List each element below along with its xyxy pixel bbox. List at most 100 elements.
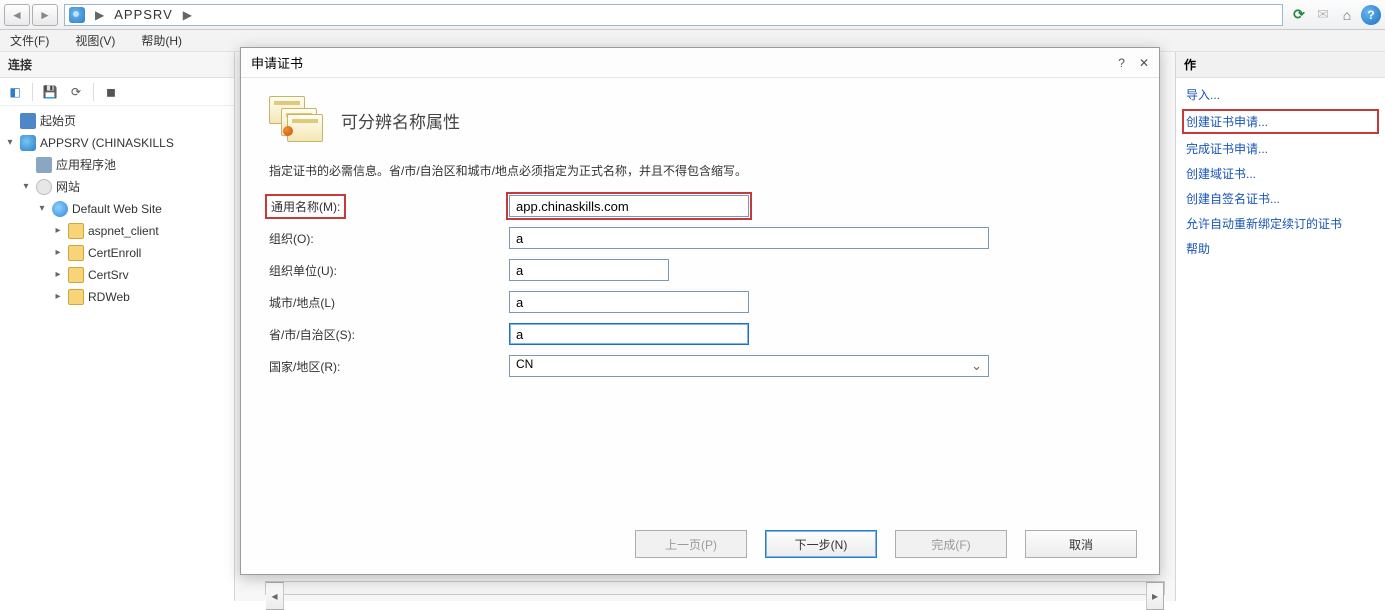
label-ou: 组织单位(U):: [269, 262, 509, 279]
forward-button[interactable]: ►: [32, 4, 58, 26]
nav-right: ⟳ ✉ ⌂ ?: [1289, 5, 1381, 25]
label-city: 城市/地点(L): [269, 294, 509, 311]
tree-label: RDWeb: [88, 286, 130, 308]
breadcrumb[interactable]: ▶ APPSRV ▶: [64, 4, 1283, 26]
dialog-buttons: 上一页(P) 下一步(N) 完成(F) 取消: [635, 530, 1137, 558]
connect-icon[interactable]: ◧: [4, 81, 26, 103]
twisty[interactable]: ▾: [36, 198, 48, 220]
finish-button: 完成(F): [895, 530, 1007, 558]
tree-label: 起始页: [40, 110, 76, 132]
folder-icon: [68, 267, 84, 283]
label-state: 省/市/自治区(S):: [269, 326, 509, 343]
sep: [32, 83, 33, 101]
organization-field[interactable]: [509, 227, 989, 249]
close-icon[interactable]: ✕: [1139, 56, 1149, 70]
dialog-title: 申请证书: [251, 53, 303, 72]
country-dropdown[interactable]: CN: [509, 355, 989, 377]
menu-help[interactable]: 帮助(H): [141, 32, 182, 49]
actions-pane: 作 导入... 创建证书申请... 完成证书申请... 创建域证书... 创建自…: [1175, 52, 1385, 601]
h-scrollbar[interactable]: ◂ ▸: [265, 581, 1165, 595]
nav-arrows: ◄ ►: [4, 4, 58, 26]
twisty[interactable]: ▸: [52, 242, 64, 264]
menu-file[interactable]: 文件(F): [10, 32, 49, 49]
tree-label: CertEnroll: [88, 242, 141, 264]
tree-rdweb[interactable]: ▸ RDWeb: [4, 286, 230, 308]
scroll-left-button[interactable]: ◂: [266, 582, 284, 610]
tree-certsrv[interactable]: ▸ CertSrv: [4, 264, 230, 286]
breadcrumb-root[interactable]: APPSRV: [114, 7, 173, 22]
breadcrumb-icon: [69, 7, 85, 23]
action-help[interactable]: 帮助: [1182, 236, 1379, 261]
refresh-icon[interactable]: ⟳: [1289, 5, 1309, 25]
twisty[interactable]: ▾: [4, 132, 16, 154]
dialog-header: 可分辨名称属性: [269, 96, 1131, 144]
organizational-unit-field[interactable]: [509, 259, 669, 281]
tree-label: 网站: [56, 176, 80, 198]
sites-icon: [36, 179, 52, 195]
home-icon[interactable]: ⌂: [1337, 5, 1357, 25]
label-country: 国家/地区(R):: [269, 358, 509, 375]
back-button[interactable]: ◄: [4, 4, 30, 26]
common-name-field[interactable]: [509, 195, 749, 217]
twisty[interactable]: ▸: [52, 286, 64, 308]
label-common-name: 通用名称(M):: [269, 198, 509, 215]
dialog-body: 可分辨名称属性 指定证书的必需信息。省/市/自治区和城市/地点必须指定为正式名称…: [241, 78, 1159, 377]
actions-title: 作: [1176, 52, 1385, 78]
country-value: CN: [516, 357, 533, 371]
folder-icon: [68, 245, 84, 261]
twisty[interactable]: ▸: [52, 220, 64, 242]
certificate-icon: [269, 96, 323, 144]
dialog-heading: 可分辨名称属性: [341, 108, 460, 133]
next-button[interactable]: 下一步(N): [765, 530, 877, 558]
action-complete-cert-request[interactable]: 完成证书申请...: [1182, 136, 1379, 161]
breadcrumb-sep2: ▶: [179, 8, 196, 22]
stop-icon[interactable]: ◼: [100, 81, 122, 103]
state-field[interactable]: [509, 323, 749, 345]
cancel-button[interactable]: 取消: [1025, 530, 1137, 558]
breadcrumb-sep: ▶: [91, 8, 108, 22]
action-import[interactable]: 导入...: [1182, 82, 1379, 107]
tree-sites[interactable]: ▾ 网站: [4, 176, 230, 198]
tree: 起始页 ▾ APPSRV (CHINASKILLS 应用程序池 ▾ 网站 ▾ D…: [0, 106, 234, 312]
tree-server[interactable]: ▾ APPSRV (CHINASKILLS: [4, 132, 230, 154]
connections-title: 连接: [0, 52, 234, 78]
tree-apppool[interactable]: 应用程序池: [4, 154, 230, 176]
tree-label: 应用程序池: [56, 154, 116, 176]
tree-start[interactable]: 起始页: [4, 110, 230, 132]
tree-default-site[interactable]: ▾ Default Web Site: [4, 198, 230, 220]
city-field[interactable]: [509, 291, 749, 313]
request-certificate-dialog: 申请证书 ? ✕ 可分辨名称属性 指定证书的必需信息。省/市/自治区和城市/地点…: [240, 47, 1160, 575]
connections-pane: 连接 ◧ 💾 ⟳ ◼ 起始页 ▾ APPSRV (CHINASKILLS: [0, 52, 235, 601]
dialog-description: 指定证书的必需信息。省/市/自治区和城市/地点必须指定为正式名称，并且不得包含缩…: [269, 162, 1131, 179]
dialog-help-icon[interactable]: ?: [1118, 56, 1125, 70]
tree-aspnet[interactable]: ▸ aspnet_client: [4, 220, 230, 242]
action-create-selfsigned-cert[interactable]: 创建自签名证书...: [1182, 186, 1379, 211]
tree-label: CertSrv: [88, 264, 129, 286]
help-icon[interactable]: ?: [1361, 5, 1381, 25]
scroll-track[interactable]: [284, 582, 1146, 594]
dialog-titlebar: 申请证书 ? ✕: [241, 48, 1159, 78]
tree-certenroll[interactable]: ▸ CertEnroll: [4, 242, 230, 264]
menu-view[interactable]: 视图(V): [75, 32, 115, 49]
actions-links: 导入... 创建证书申请... 完成证书申请... 创建域证书... 创建自签名…: [1176, 78, 1385, 265]
folder-icon: [68, 289, 84, 305]
folder-icon: [68, 223, 84, 239]
address-bar: ◄ ► ▶ APPSRV ▶ ⟳ ✉ ⌂ ?: [0, 0, 1385, 30]
refresh-tree-icon[interactable]: ⟳: [65, 81, 87, 103]
scroll-right-button[interactable]: ▸: [1146, 582, 1164, 610]
tree-label: Default Web Site: [72, 198, 162, 220]
action-auto-rebind[interactable]: 允许自动重新绑定续订的证书: [1182, 211, 1379, 236]
save-icon[interactable]: 💾: [39, 81, 61, 103]
sep: [93, 83, 94, 101]
label-org: 组织(O):: [269, 230, 509, 247]
action-create-cert-request[interactable]: 创建证书申请...: [1182, 109, 1379, 134]
tree-label: APPSRV (CHINASKILLS: [40, 132, 174, 154]
mail-icon[interactable]: ✉: [1313, 5, 1333, 25]
server-icon: [20, 135, 36, 151]
home-icon: [20, 113, 36, 129]
dn-form: 通用名称(M): 组织(O): 组织单位(U): 城市/地点(L) 省/市/自治…: [269, 195, 1131, 377]
tree-label: aspnet_client: [88, 220, 159, 242]
action-create-domain-cert[interactable]: 创建域证书...: [1182, 161, 1379, 186]
twisty[interactable]: ▾: [20, 176, 32, 198]
twisty[interactable]: ▸: [52, 264, 64, 286]
